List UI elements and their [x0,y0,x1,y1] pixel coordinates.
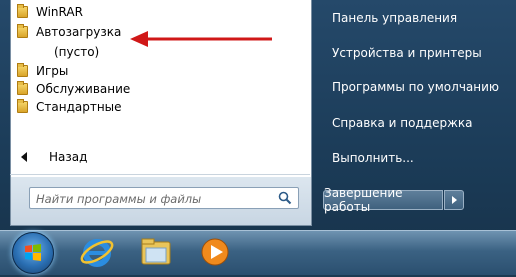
program-item-accessories[interactable]: Стандартные [17,98,122,116]
divider [10,174,310,175]
program-label: Игры [36,64,69,78]
annotation-arrow-icon [130,31,272,47]
windows-start-icon[interactable] [12,232,54,274]
right-item-help-support[interactable]: Справка и поддержка [332,116,473,130]
folder-icon [17,99,28,113]
right-item-control-panel[interactable]: Панель управления [332,11,457,25]
program-label: Автозагрузка [36,25,122,39]
program-label: Стандартные [36,100,122,114]
search-input[interactable] [34,189,278,209]
folder-icon [17,24,28,38]
media-player-icon[interactable] [196,233,234,271]
shutdown-button[interactable]: Завершение работы [323,186,443,214]
search-icon[interactable] [278,191,292,205]
back-button[interactable]: Назад [21,150,87,164]
program-item-winrar[interactable]: WinRAR [17,3,83,21]
program-item-autostart[interactable]: Автозагрузка [17,23,121,41]
folder-icon [17,4,28,18]
back-arrow-icon [21,152,27,162]
file-explorer-icon[interactable] [137,233,175,271]
shutdown-options-button[interactable] [444,190,464,210]
program-label: Обслуживание [36,82,131,96]
chevron-right-icon [451,196,457,204]
right-item-run[interactable]: Выполнить... [332,151,414,165]
programs-pane: WinRAR Автозагрузка (пусто) Игры Обслужи… [10,0,312,178]
folder-icon [17,63,28,77]
right-item-default-programs[interactable]: Программы по умолчанию [332,80,499,94]
search-box[interactable] [29,187,299,209]
internet-explorer-icon[interactable] [78,233,116,271]
program-item-games[interactable]: Игры [17,62,68,80]
back-label: Назад [49,150,88,164]
right-item-devices-printers[interactable]: Устройства и принтеры [332,46,482,60]
program-label: WinRAR [36,5,83,19]
empty-folder-label: (пусто) [54,45,100,59]
folder-icon [17,81,28,95]
program-item-maintenance[interactable]: Обслуживание [17,80,130,98]
search-area [10,177,312,226]
